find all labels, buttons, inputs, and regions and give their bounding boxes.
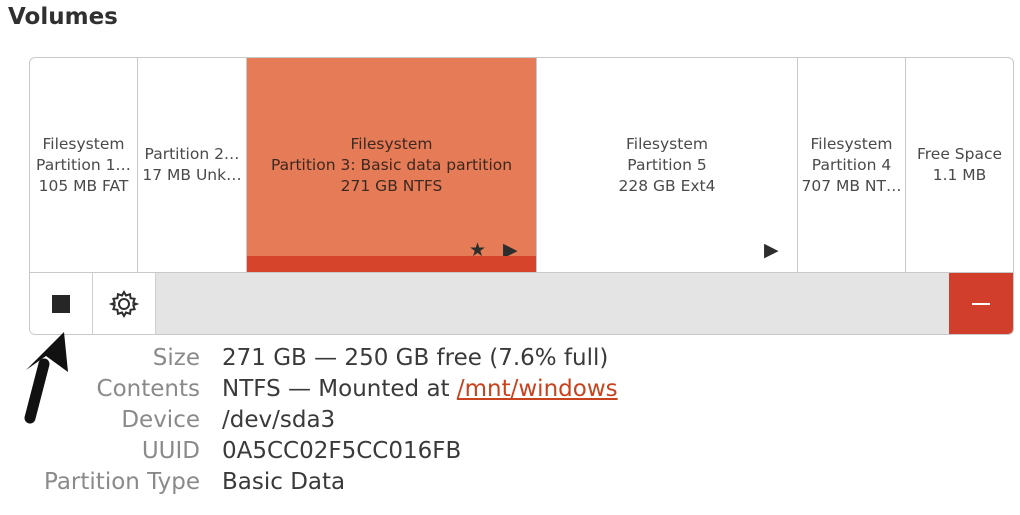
selection-bar	[247, 256, 536, 272]
partition-size: 105 MB FAT	[38, 176, 129, 195]
unmount-button[interactable]	[30, 273, 93, 334]
partition-type: Filesystem	[350, 134, 433, 153]
options-button[interactable]	[93, 273, 156, 334]
size-row: Size 271 GB — 250 GB free (7.6% full)	[0, 343, 1020, 374]
partition-name: Free Space	[916, 145, 1003, 163]
partition-name: Partition 3: Basic data partition	[270, 155, 513, 174]
free-space[interactable]: Free Space 1.1 MB	[906, 58, 1013, 272]
partition-3[interactable]: Filesystem Partition 3: Basic data parti…	[247, 58, 537, 272]
volume-map: Filesystem Partition 1… 105 MB FAT Parti…	[29, 57, 1014, 335]
partition-2[interactable]: Partition 2… 17 MB Unk…	[138, 58, 247, 272]
partition-strip: Filesystem Partition 1… 105 MB FAT Parti…	[30, 58, 1013, 273]
device-value: /dev/sda3	[222, 407, 336, 433]
mount-point-link[interactable]: /mnt/windows	[457, 376, 618, 402]
partition-type-value: Basic Data	[222, 469, 346, 495]
stop-icon	[52, 294, 70, 313]
partition-name: Partition 1…	[36, 155, 131, 174]
contents-value: NTFS — Mounted at /mnt/windows	[222, 374, 618, 405]
volumes-heading: Volumes	[8, 4, 118, 30]
play-icon: ▶	[764, 239, 779, 261]
partition-size: 228 GB Ext4	[618, 176, 716, 195]
partition-size: 17 MB Unk…	[142, 166, 242, 184]
partition-5[interactable]: Filesystem Partition 5 228 GB Ext4 ▶	[537, 58, 798, 272]
partition-size: 707 MB NT…	[801, 176, 902, 195]
uuid-value: 0A5CC02F5CC016FB	[222, 438, 462, 464]
partition-name: Partition 2…	[144, 145, 240, 163]
partition-name: Partition 5	[627, 155, 707, 174]
uuid-row: UUID 0A5CC02F5CC016FB	[0, 436, 1020, 467]
volume-toolbar	[30, 273, 1013, 334]
contents-label: Contents	[96, 376, 200, 402]
partition-1[interactable]: Filesystem Partition 1… 105 MB FAT	[30, 58, 138, 272]
partition-type: Filesystem	[42, 134, 125, 153]
device-row: Device /dev/sda3	[0, 405, 1020, 436]
partition-type: Filesystem	[626, 134, 708, 153]
partition-type-label: Partition Type	[44, 469, 200, 495]
contents-text: NTFS — Mounted at	[222, 376, 457, 402]
volume-details: Size 271 GB — 250 GB free (7.6% full) Co…	[0, 343, 1020, 498]
partition-type-row: Partition Type Basic Data	[0, 467, 1020, 498]
partition-size: 271 GB NTFS	[340, 176, 443, 195]
size-label: Size	[152, 345, 200, 371]
delete-partition-button[interactable]	[949, 273, 1013, 334]
partition-name: Partition 4	[811, 155, 892, 174]
gear-icon	[109, 289, 139, 318]
minus-icon	[972, 302, 990, 305]
partition-4[interactable]: Filesystem Partition 4 707 MB NT…	[798, 58, 906, 272]
partition-size: 1.1 MB	[932, 166, 987, 184]
size-value: 271 GB — 250 GB free (7.6% full)	[222, 345, 609, 371]
uuid-label: UUID	[141, 438, 200, 464]
device-label: Device	[121, 407, 200, 433]
partition-type: Filesystem	[810, 134, 893, 153]
contents-row: Contents NTFS — Mounted at /mnt/windows	[0, 374, 1020, 405]
